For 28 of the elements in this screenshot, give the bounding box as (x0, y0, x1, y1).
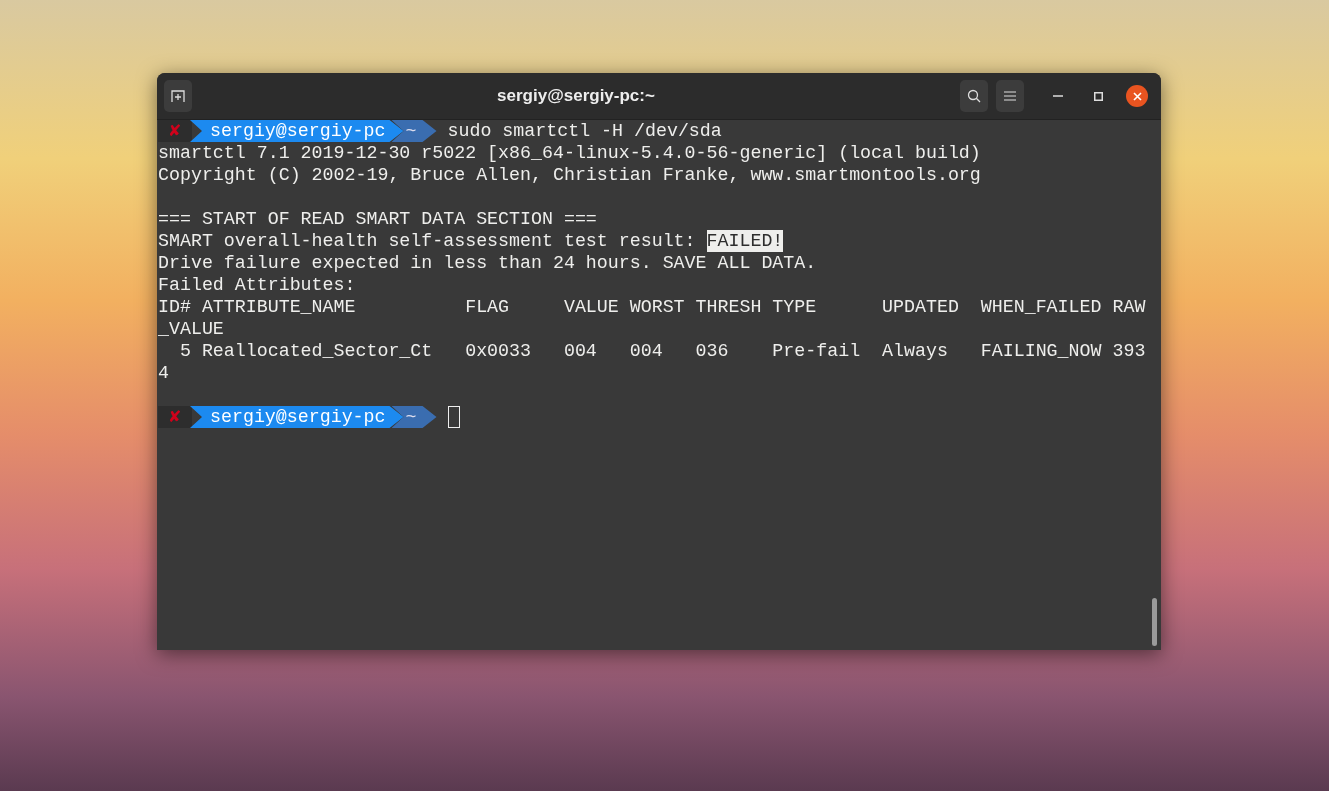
minimize-icon (1053, 95, 1063, 97)
command-text: sudo smartctl -H /dev/sda (447, 120, 722, 142)
output-line: SMART overall-health self-assessment test result: (158, 230, 697, 252)
scrollbar-thumb[interactable] (1152, 598, 1157, 646)
window-title: sergiy@sergiy-pc:~ (497, 85, 655, 108)
output-line: Failed Attributes: (158, 274, 356, 296)
close-icon (1132, 91, 1142, 101)
menu-button[interactable] (996, 80, 1024, 112)
maximize-icon (1093, 91, 1103, 101)
output-line: 4 (158, 362, 169, 384)
output-line: 5 Reallocated_Sector_Ct 0x0033 004 004 036 Pre-fail Always FAILING_NOW 393 (178, 340, 1146, 362)
output-line: Drive failure expected in less than 24 hours. SAVE ALL DATA. (158, 252, 817, 274)
error-status-mark: ✘ (158, 406, 192, 428)
prompt-user-segment: sergiy@sergiy-pc (190, 406, 404, 428)
new-tab-icon (170, 88, 186, 104)
search-button[interactable] (960, 80, 988, 112)
output-line: _VALUE (158, 318, 224, 340)
new-tab-button[interactable] (164, 80, 192, 112)
prompt-user-segment: sergiy@sergiy-pc (190, 120, 404, 142)
error-status-mark: ✘ (158, 120, 192, 142)
output-line: smartctl 7.1 2019-12-30 r5022 [x86_64-linux-5.4.0-56-generic] (local build) (158, 142, 981, 164)
search-icon (967, 89, 981, 103)
output-line: ID# ATTRIBUTE_NAME FLAG VALUE WORST THRESH TYPE UPDATED WHEN_FAILED RAW (158, 296, 1146, 318)
output-line: Copyright (C) 2002-19, Bruce Allen, Christian Franke, www.smartmontools.org (158, 164, 981, 186)
highlighted-result: FAILED! (706, 230, 784, 252)
output-line: === START OF READ SMART DATA SECTION === (158, 208, 597, 230)
close-button[interactable] (1126, 85, 1148, 107)
menu-icon (1004, 91, 1016, 101)
